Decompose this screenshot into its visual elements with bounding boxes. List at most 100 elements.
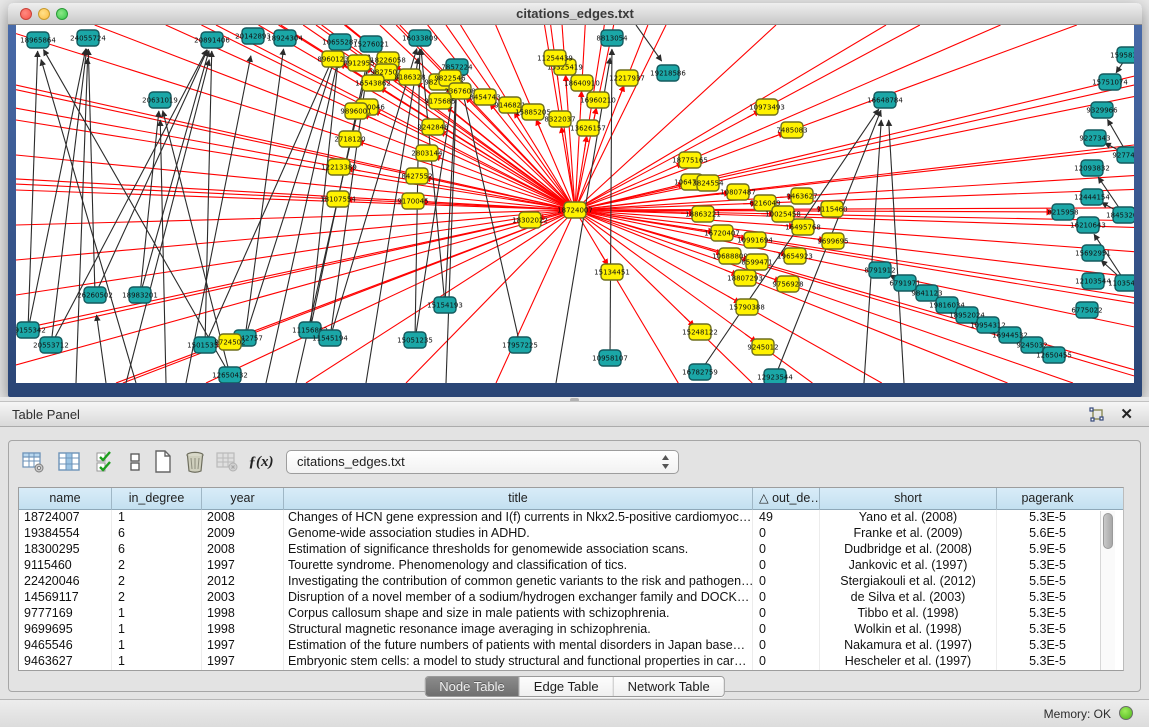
tab-edge-table[interactable]: Edge Table <box>520 677 614 696</box>
graph-node-teal[interactable]: 11035433 <box>1108 275 1134 291</box>
column-header-in_degree[interactable]: in_degree <box>112 488 202 510</box>
import-table-icon[interactable] <box>213 448 241 476</box>
column-header-short[interactable]: short <box>820 488 997 510</box>
graph-node-teal[interactable]: 9227343 <box>1079 130 1110 146</box>
graph-node-teal[interactable]: 12650432 <box>212 367 248 383</box>
graph-node-teal[interactable]: 15958312 <box>1110 47 1134 63</box>
table-row[interactable]: 1872400712008Changes of HCN gene express… <box>19 510 1098 526</box>
column-header-pagerank[interactable]: pagerank <box>997 488 1098 510</box>
table-row[interactable]: 946362711997Embryonic stem cells: a mode… <box>19 654 1098 670</box>
table-row[interactable]: 1938455462009Genome-wide association stu… <box>19 526 1098 542</box>
column-header-year[interactable]: year <box>202 488 284 510</box>
table-cell: Tibbo et al. (1998) <box>820 606 997 622</box>
graph-node-yellow[interactable]: 8186328 <box>394 69 425 85</box>
graph-node-yellow[interactable]: 15248122 <box>682 324 718 340</box>
column-header-title[interactable]: title <box>284 488 753 510</box>
new-table-icon[interactable] <box>149 448 177 476</box>
graph-node-teal[interactable]: 9277443 <box>1112 147 1134 163</box>
table-settings-icon[interactable] <box>19 448 47 476</box>
graph-node-yellow[interactable]: 15134451 <box>594 264 630 280</box>
graph-node-teal[interactable]: 15051235 <box>397 332 433 348</box>
graph-node-yellow[interactable]: 16960210 <box>580 92 616 108</box>
graph-node-yellow[interactable]: 9724502 <box>214 334 245 350</box>
graph-node-teal[interactable]: 15276021 <box>353 36 389 52</box>
table-cell: 0 <box>753 542 820 558</box>
table-row[interactable]: 2242004622012Investigating the contribut… <box>19 574 1098 590</box>
graph-node-teal[interactable]: 19218586 <box>650 65 686 81</box>
memory-status-icon[interactable] <box>1119 706 1133 720</box>
graph-node-teal[interactable]: 24055724 <box>70 30 106 46</box>
graph-node-teal[interactable]: 16648784 <box>867 92 903 108</box>
graph-node-teal[interactable]: 17957225 <box>502 337 538 353</box>
select-rows-icon[interactable] <box>91 448 119 476</box>
graph-node-yellow[interactable]: 9699695 <box>817 233 848 249</box>
graph-node-teal[interactable]: 12103544 <box>1075 273 1111 289</box>
graph-node-yellow[interactable]: 9463627 <box>786 188 817 204</box>
graph-node-teal[interactable]: 15154193 <box>427 297 463 313</box>
row-height-icon[interactable] <box>121 448 149 476</box>
graph-node-yellow[interactable]: 2718120 <box>334 131 365 147</box>
graph-node-teal[interactable]: 12093832 <box>1074 160 1110 176</box>
scrollbar-thumb[interactable] <box>1103 513 1113 549</box>
svg-text:15134451: 15134451 <box>594 269 630 277</box>
graph-node-yellow[interactable]: 10807487 <box>720 184 756 200</box>
table-row[interactable]: 1456911722003Disruption of a novel membe… <box>19 590 1098 606</box>
graph-node-yellow[interactable]: 18807293 <box>727 270 763 286</box>
graph-node-yellow[interactable]: 7485083 <box>776 122 807 138</box>
table-row[interactable]: 911546021997Tourette syndrome. Phenomeno… <box>19 558 1098 574</box>
graph-node-teal[interactable]: 20142893 <box>235 28 271 44</box>
graph-node-yellow[interactable]: 8427552 <box>401 168 432 184</box>
column-header-out_de[interactable]: △ out_de… <box>753 488 820 510</box>
graph-node-teal[interactable]: 9329966 <box>1086 102 1118 118</box>
graph-node-teal[interactable]: 18965864 <box>20 32 56 48</box>
graph-node-yellow[interactable]: 12217937 <box>609 70 645 86</box>
graph-node-yellow[interactable]: 18107554 <box>320 191 356 207</box>
graph-edge <box>43 50 230 375</box>
graph-node-teal[interactable]: 20553712 <box>33 337 69 353</box>
graph-node-yellow[interactable]: 9170045 <box>397 193 428 209</box>
graph-node-yellow[interactable]: 2803144 <box>411 145 443 161</box>
graph-node-teal[interactable]: 8791912 <box>864 262 895 278</box>
graph-node-yellow[interactable]: 9896001 <box>340 103 371 119</box>
graph-node-yellow[interactable]: 8599471 <box>741 254 772 270</box>
table-selector-combobox[interactable]: citations_edges.txt <box>286 450 679 474</box>
graph-node-yellow[interactable]: 9756928 <box>772 276 803 292</box>
graph-node-teal[interactable]: 20891406 <box>194 32 230 48</box>
graph-node-yellow[interactable]: 9242848 <box>417 119 448 135</box>
table-cell: 19384554 <box>19 526 112 542</box>
table-cell: 2003 <box>202 590 284 606</box>
function-builder-icon[interactable]: ƒ(x) <box>247 448 275 476</box>
graph-node-teal[interactable]: 16782759 <box>682 364 718 380</box>
close-panel-icon[interactable]: ✕ <box>1120 405 1133 423</box>
window-titlebar[interactable]: citations_edges.txt <box>8 3 1142 25</box>
graph-node-teal[interactable]: 20631019 <box>142 92 178 108</box>
tab-network-table[interactable]: Network Table <box>614 677 724 696</box>
graph-node-teal[interactable]: 8215958 <box>1047 204 1078 220</box>
tab-node-table[interactable]: Node Table <box>425 677 520 696</box>
vertical-scrollbar[interactable] <box>1100 511 1115 670</box>
svg-text:15958312: 15958312 <box>1110 52 1134 60</box>
float-panel-icon[interactable] <box>1089 407 1105 423</box>
network-canvas[interactable]: 18965864 24055724 20891406 2014289318924304… <box>16 25 1134 383</box>
graph-node-yellow[interactable]: 18863221 <box>685 206 721 222</box>
table-cell: 1 <box>112 654 202 670</box>
graph-node-yellow[interactable]: 9175685 <box>424 93 455 109</box>
graph-node-teal[interactable]: 26260502 <box>77 287 113 303</box>
table-row[interactable]: 969969511998Structural magnetic resonanc… <box>19 622 1098 638</box>
graph-node-yellow[interactable]: 15790388 <box>729 299 765 315</box>
table-row[interactable]: 1830029562008Estimation of significance … <box>19 542 1098 558</box>
graph-node-yellow[interactable]: 9115460 <box>816 201 847 217</box>
table-row[interactable]: 946554611997Estimation of the future num… <box>19 638 1098 654</box>
graph-node-teal[interactable]: 12923544 <box>757 369 793 383</box>
graph-node-teal[interactable]: 10958107 <box>592 350 628 366</box>
graph-node-teal[interactable]: 18924304 <box>267 30 303 46</box>
graph-node-teal[interactable]: 8813054 <box>596 30 628 46</box>
svg-text:19218586: 19218586 <box>650 70 686 78</box>
delete-table-icon[interactable] <box>181 448 209 476</box>
graph-node-yellow[interactable]: 9245012 <box>747 339 778 355</box>
column-header-name[interactable]: name <box>19 488 112 510</box>
graph-node-teal[interactable]: 6775022 <box>1071 302 1102 318</box>
table-row[interactable]: 977716911998Corpus callosum shape and si… <box>19 606 1098 622</box>
graph-node-yellow[interactable]: 10973493 <box>749 99 785 115</box>
select-columns-icon[interactable] <box>55 448 83 476</box>
